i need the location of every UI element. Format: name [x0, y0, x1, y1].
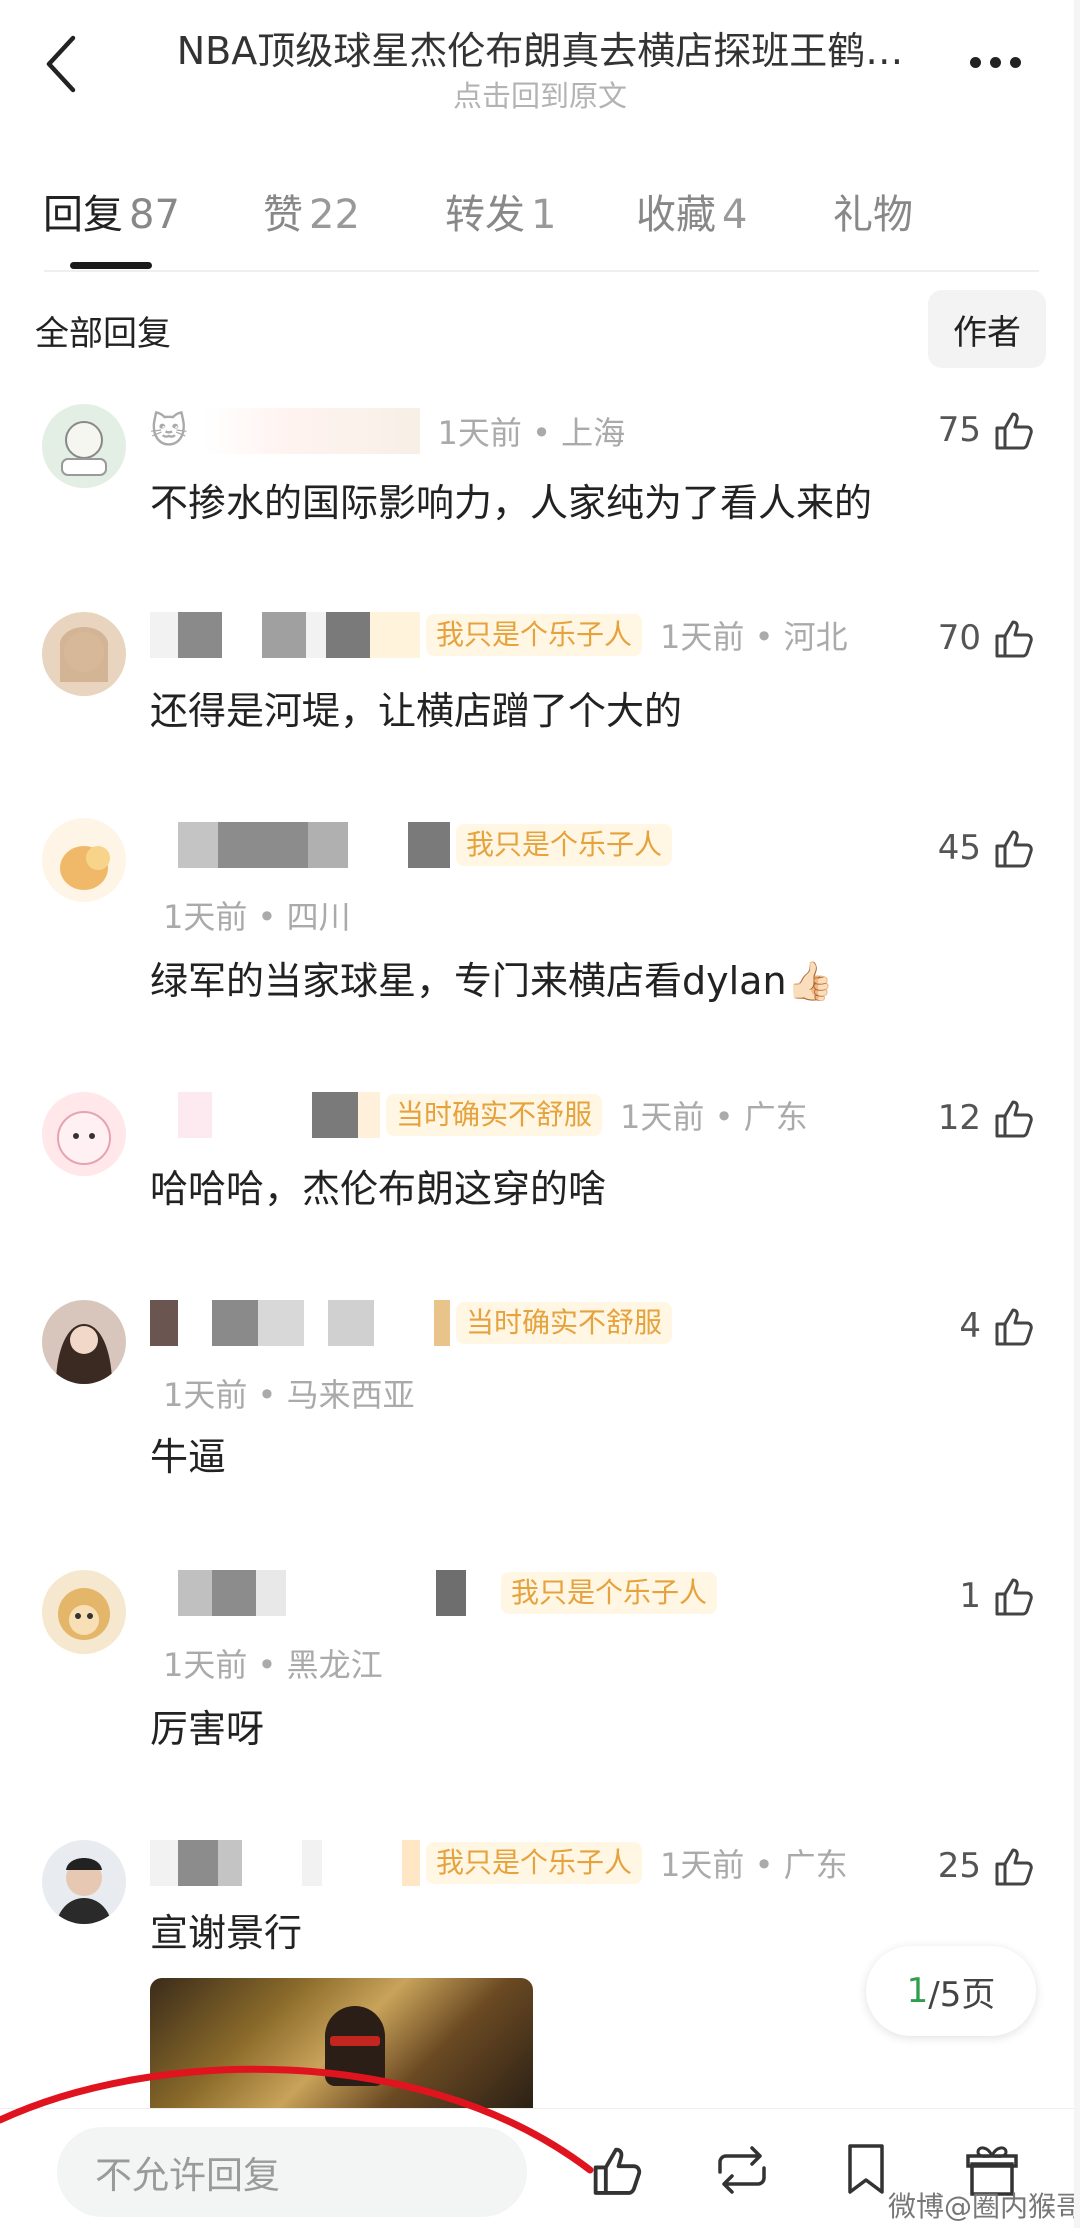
back-button[interactable]	[30, 28, 90, 100]
like-count: 4	[959, 1306, 981, 1346]
like-button[interactable]: 45	[938, 826, 1035, 870]
blurred-username[interactable]	[150, 1092, 380, 1138]
thumbs-up-icon	[995, 1308, 1033, 1346]
like-button[interactable]: 12	[938, 1096, 1035, 1140]
divider	[44, 270, 1039, 272]
all-replies-label: 全部回复	[35, 314, 171, 354]
user-badge: 我只是个乐子人	[456, 824, 673, 866]
thumbs-up-icon	[593, 2147, 642, 2195]
blurred-username[interactable]	[150, 1300, 450, 1346]
avatar[interactable]	[42, 1570, 126, 1654]
like-button[interactable]: 1	[959, 1574, 1035, 1618]
more-options-button[interactable]	[955, 40, 1035, 84]
comment-text: 厉害呀	[150, 1707, 265, 1751]
user-badge: 我只是个乐子人	[426, 614, 643, 656]
comment-meta: 当时确实不舒服 1天前 • 广东	[150, 1092, 808, 1138]
comment-text: 牛逼	[150, 1435, 227, 1479]
avatar[interactable]	[42, 818, 126, 902]
tab-gifts[interactable]: 礼物	[833, 182, 913, 240]
chevron-left-icon	[46, 35, 76, 93]
user-badge: 我只是个乐子人	[426, 1842, 643, 1884]
like-count: 45	[937, 828, 981, 868]
watermark: 微博@圈内猴哥	[888, 2190, 1080, 2223]
bookmark-icon	[848, 2144, 884, 2194]
scrollbar-track	[1074, 0, 1080, 2228]
like-count: 25	[937, 1846, 981, 1886]
like-count: 75	[937, 410, 981, 450]
user-badge: 我只是个乐子人	[501, 1572, 718, 1614]
comment-text: 哈哈哈，杰伦布朗这穿的啥	[150, 1167, 607, 1211]
cat-emoji-icon: 🐱	[150, 410, 188, 452]
tab-favorites[interactable]: 收藏 4	[636, 182, 747, 240]
comment-time: 1天前 • 四川	[163, 898, 351, 936]
comment-time: 1天前 • 河北	[660, 618, 848, 656]
comment-meta: 我只是个乐子人 1天前 • 广东	[150, 1840, 848, 1886]
tab-replies[interactable]: 回复 87	[43, 182, 180, 240]
tab-reposts[interactable]: 转发 1	[445, 182, 556, 240]
like-button[interactable]: 70	[938, 616, 1035, 660]
thumbs-up-icon	[995, 1848, 1033, 1886]
like-button[interactable]: 4	[959, 1304, 1035, 1348]
repost-button[interactable]	[706, 2134, 778, 2206]
comment-text: 绿军的当家球星，专门来横店看dylan👍🏻	[150, 959, 834, 1003]
comment-time: 1天前 • 上海	[437, 414, 626, 452]
active-tab-indicator	[70, 262, 152, 269]
blurred-username[interactable]	[150, 1840, 420, 1886]
comment-meta: 我只是个乐子人 1天前 • 河北	[150, 612, 848, 658]
comment-text: 宣谢景行	[150, 1911, 303, 1955]
back-to-original-link[interactable]: 点击回到原文	[135, 73, 945, 115]
comment-time: 1天前 • 广东	[620, 1098, 808, 1136]
blurred-username[interactable]	[150, 1570, 495, 1616]
thumbs-up-icon	[995, 412, 1033, 450]
post-title[interactable]: NBA顶级球星杰伦布朗真去横店探班王鹤…	[135, 20, 945, 75]
author-filter-button[interactable]: 作者	[928, 290, 1046, 368]
avatar[interactable]	[42, 1300, 126, 1384]
pagination-indicator[interactable]: 1/5页	[866, 1946, 1036, 2036]
comment-text: 不掺水的国际影响力，人家纯为了看人来的	[150, 481, 873, 525]
thumbs-up-icon	[995, 1100, 1033, 1138]
blurred-username[interactable]	[203, 408, 420, 454]
comment-time: 1天前 • 马来西亚	[163, 1376, 415, 1414]
repost-icon	[718, 2146, 766, 2194]
reply-input[interactable]: 不允许回复	[57, 2127, 527, 2217]
tab-likes[interactable]: 赞 22	[263, 182, 360, 240]
like-post-button[interactable]	[580, 2134, 652, 2206]
comment-meta: 我只是个乐子人	[150, 1570, 718, 1616]
comment-time: 1天前 • 广东	[660, 1846, 848, 1884]
blurred-username[interactable]	[150, 822, 450, 868]
like-count: 12	[937, 1098, 981, 1138]
comment-text: 还得是河堤，让横店蹭了个大的	[150, 689, 683, 733]
like-button[interactable]: 75	[938, 408, 1035, 452]
avatar[interactable]	[42, 404, 126, 488]
like-button[interactable]: 25	[938, 1844, 1035, 1888]
thumbs-up-icon	[995, 1578, 1033, 1616]
like-count: 70	[937, 618, 981, 658]
thumbs-up-icon	[995, 620, 1033, 658]
comment-meta: 🐱 1天前 • 上海	[150, 408, 625, 454]
comment-meta: 我只是个乐子人	[150, 822, 673, 868]
top-bar: NBA顶级球星杰伦布朗真去横店探班王鹤… 点击回到原文	[0, 0, 1080, 130]
user-badge: 当时确实不舒服	[456, 1302, 673, 1344]
avatar[interactable]	[42, 1840, 126, 1924]
avatar[interactable]	[42, 612, 126, 696]
comment-image[interactable]	[150, 1978, 533, 2110]
comment-time: 1天前 • 黑龙江	[163, 1646, 383, 1684]
thumbs-up-icon	[995, 830, 1033, 868]
tab-bar: 回复 87 赞 22 转发 1 收藏 4 礼物	[0, 170, 1080, 270]
avatar[interactable]	[42, 1092, 126, 1176]
like-count: 1	[959, 1576, 981, 1616]
comment-meta: 当时确实不舒服	[150, 1300, 673, 1346]
blurred-username[interactable]	[150, 612, 420, 658]
user-badge: 当时确实不舒服	[386, 1094, 603, 1136]
